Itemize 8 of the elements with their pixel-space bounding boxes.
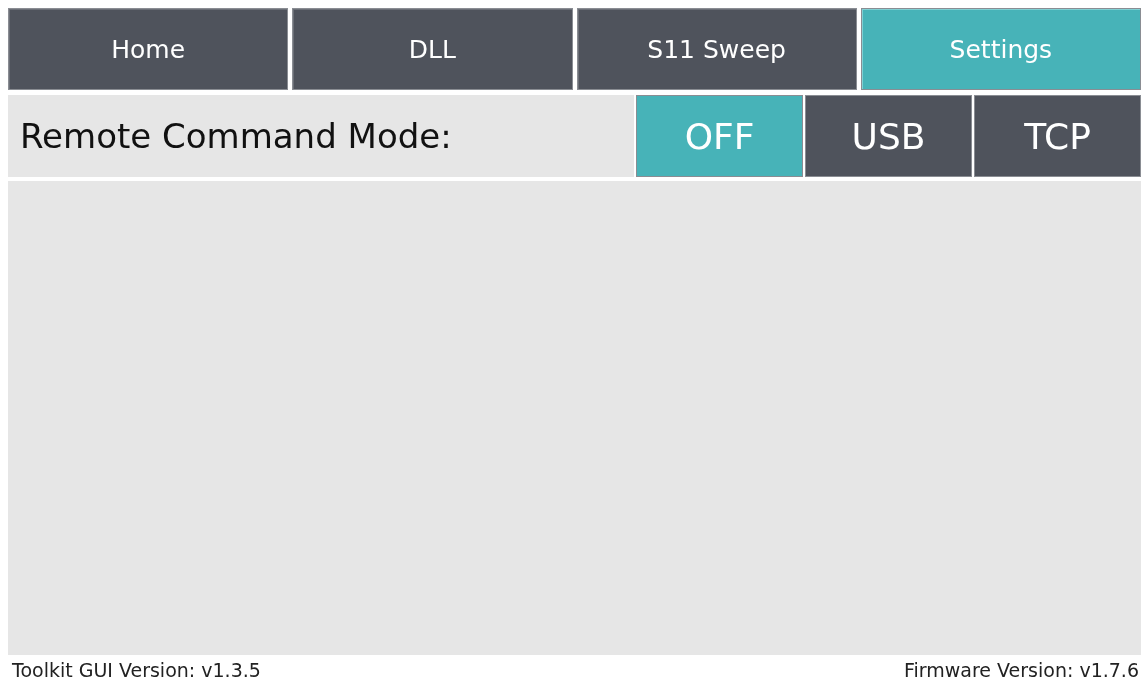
mode-option-button[interactable]: TCP — [974, 95, 1141, 177]
gui-version-text: Toolkit GUI Version: v1.3.5 — [12, 658, 261, 681]
firmware-version-text: Firmware Version: v1.7.6 — [904, 658, 1139, 681]
mode-label: Remote Command Mode: — [20, 116, 452, 156]
tab[interactable]: DLL — [292, 8, 573, 90]
mode-option-button[interactable]: USB — [805, 95, 972, 177]
tab[interactable]: S11 Sweep — [576, 8, 857, 90]
tab[interactable]: Home — [8, 8, 289, 90]
